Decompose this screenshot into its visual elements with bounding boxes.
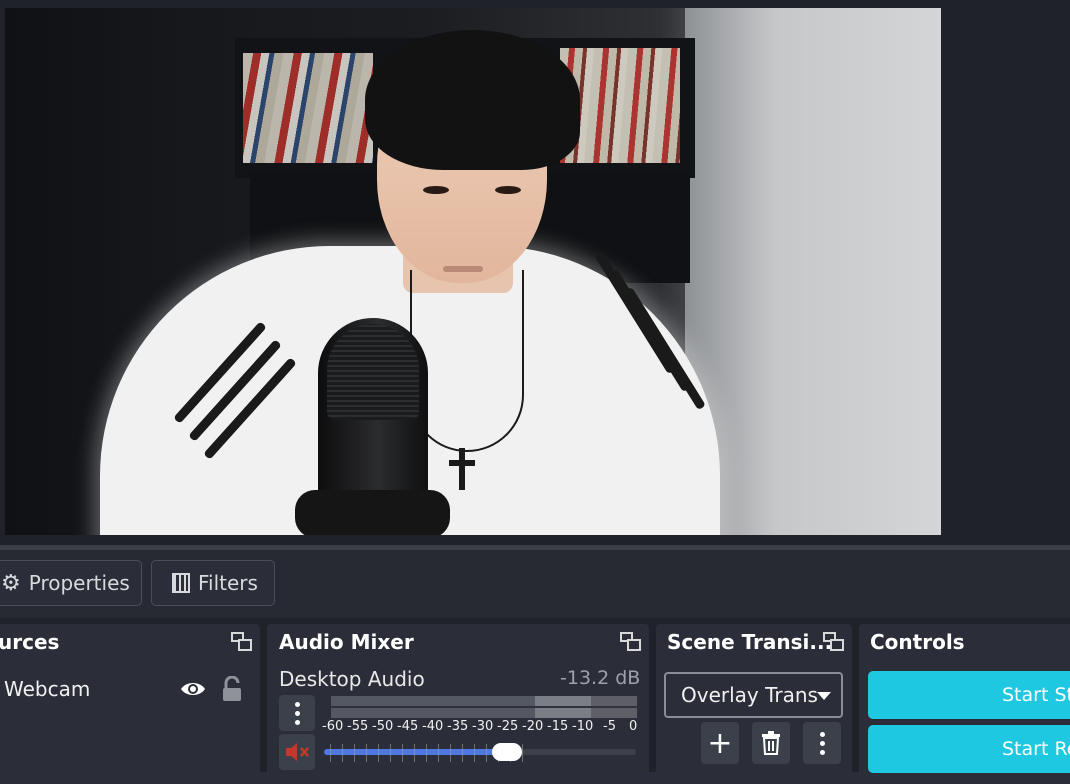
meter-tick: -15 [547,719,569,734]
sources-title: urces [0,630,60,654]
preview-cross [459,448,465,490]
volume-slider-handle[interactable] [492,743,522,761]
add-transition-button[interactable]: + [701,722,739,764]
preview-person-eye [495,186,521,194]
transition-select[interactable]: Overlay Trans [664,672,843,718]
preview-microphone-stand [295,490,450,535]
meter-tick: -55 [347,719,369,734]
properties-button[interactable]: ⚙ Properties [0,560,142,606]
meter-tick: -5 [603,719,616,734]
source-item-webcam[interactable]: Webcam [4,677,90,701]
start-streaming-button[interactable]: Start St [868,671,1070,719]
audio-mixer-title: Audio Mixer [279,630,414,654]
trash-icon [762,731,780,755]
float-dock-icon[interactable] [620,632,641,652]
preview-books-left [243,53,373,163]
meter-tick: -60 [322,719,344,734]
speaker-muted-icon [286,743,309,761]
meter-tick: -30 [472,719,494,734]
program-preview[interactable] [5,8,941,535]
preview-microphone-grille [327,324,419,420]
meter-tick: -10 [572,719,594,734]
audio-channel-menu-button[interactable] [279,695,315,731]
meter-tick: -40 [422,719,444,734]
audio-volume-meter [331,696,637,718]
mute-toggle-button[interactable] [279,734,315,770]
meter-tick: -25 [497,719,519,734]
meter-tick-labels: -60 -55 -50 -45 -40 -35 -30 -25 -20 -15 … [322,719,642,737]
transition-menu-button[interactable] [803,722,841,764]
remove-transition-button[interactable] [752,722,790,764]
meter-tick: -20 [522,719,544,734]
start-recording-label: Start Re [1002,738,1070,760]
audio-channel-name: Desktop Audio [279,667,425,691]
filters-button[interactable]: Filters [151,560,275,606]
start-recording-button[interactable]: Start Re [868,725,1070,773]
audio-level-readout: -13.2 dB [560,667,641,689]
float-dock-icon[interactable] [231,632,252,652]
filters-label: Filters [198,571,258,595]
transition-selected-value: Overlay Trans [681,683,818,707]
preview-cross [449,460,475,466]
preview-person-eye [423,186,449,194]
lock-icon[interactable] [221,676,243,702]
properties-label: Properties [28,571,130,595]
meter-tick: -35 [447,719,469,734]
start-streaming-label: Start St [1002,684,1070,706]
gear-icon: ⚙ [1,570,21,596]
controls-title: Controls [870,630,965,654]
meter-tick: -50 [372,719,394,734]
filters-icon [172,573,190,593]
chevron-down-icon [817,692,831,700]
plus-icon: + [707,725,733,761]
eye-icon[interactable] [180,679,206,699]
float-dock-icon[interactable] [823,632,844,652]
preview-wall [685,8,941,535]
meter-tick: -45 [397,719,419,734]
preview-person-hair [365,30,580,170]
meter-tick: 0 [629,719,638,734]
scene-transitions-title: Scene Transi... [667,630,833,654]
